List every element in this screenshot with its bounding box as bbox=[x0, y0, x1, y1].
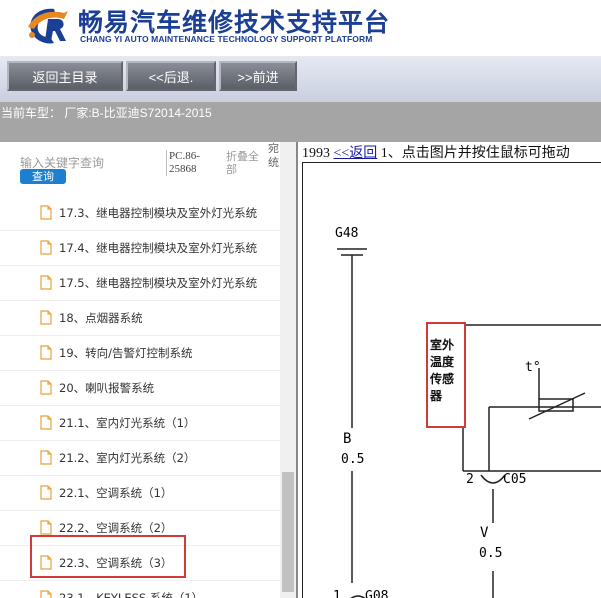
document-icon bbox=[40, 205, 52, 220]
document-icon bbox=[40, 415, 52, 430]
v-value: 0.5 bbox=[479, 546, 502, 561]
tree-item-label: 17.3、继电器控制模块及室外灯光系统 bbox=[59, 206, 258, 220]
g08-label: G08 bbox=[365, 589, 388, 598]
t-symbol: t° bbox=[525, 360, 541, 375]
diagram-frame[interactable]: G48 B 0.5 t° 2 C05 V 0.5 1 G08 室外温度传感器 bbox=[302, 162, 601, 598]
tree-item-label: 23.1、KEYLESS 系统（1） bbox=[59, 591, 204, 598]
tree-item-label: 22.2、空调系统（2） bbox=[59, 521, 173, 535]
document-icon bbox=[40, 310, 52, 325]
tree-item[interactable]: 18、点烟器系统 bbox=[0, 301, 282, 336]
document-icon bbox=[40, 275, 52, 290]
document-icon bbox=[40, 240, 52, 255]
home-button[interactable]: 返回主目录 bbox=[7, 61, 123, 91]
viewer-hint: 1993 <<返回 1、点击图片并按住鼠标可拖动 bbox=[302, 142, 570, 162]
forward-button[interactable]: >>前进 bbox=[219, 61, 297, 91]
b-label: B bbox=[343, 431, 351, 447]
tree-item[interactable]: 22.1、空调系统（1） bbox=[0, 476, 282, 511]
tree-item-label: 19、转向/告警灯控制系统 bbox=[59, 346, 193, 360]
document-icon bbox=[40, 485, 52, 500]
pc-code: PC.86-25868 bbox=[166, 150, 209, 176]
b-value: 0.5 bbox=[341, 452, 364, 467]
back-button[interactable]: <<后退. bbox=[126, 61, 216, 91]
pin2-label: 2 bbox=[466, 472, 474, 487]
left-scrollbar[interactable] bbox=[280, 142, 296, 598]
pin1-label: 1 bbox=[333, 589, 341, 598]
c05-label: C05 bbox=[503, 472, 526, 487]
wiring-diagram[interactable]: G48 B 0.5 t° 2 C05 V 0.5 1 G08 室外温度传感器 bbox=[303, 163, 601, 598]
tree-item-label: 17.4、继电器控制模块及室外灯光系统 bbox=[59, 241, 258, 255]
g48-label: G48 bbox=[335, 226, 358, 241]
changyi-logo-icon bbox=[28, 8, 68, 44]
scrollbar-thumb[interactable] bbox=[282, 472, 294, 592]
document-icon bbox=[40, 380, 52, 395]
highlight-box bbox=[30, 535, 186, 578]
v-label: V bbox=[480, 525, 489, 541]
app-header: 畅易汽车维修技术支持平台 CHANG YI AUTO MAINTENANCE T… bbox=[0, 0, 601, 56]
tree-item-label: 22.1、空调系统（1） bbox=[59, 486, 173, 500]
instruction-text: 1、点击图片并按住鼠标可拖动 bbox=[380, 146, 570, 161]
tree-item[interactable]: 23.1、KEYLESS 系统（1） bbox=[0, 581, 282, 598]
tree-item-label: 21.1、室内灯光系统（1） bbox=[59, 416, 196, 430]
document-icon bbox=[40, 590, 52, 598]
return-link[interactable]: <<返回 bbox=[334, 146, 378, 161]
document-icon bbox=[40, 450, 52, 465]
tree-item[interactable]: 17.4、继电器控制模块及室外灯光系统 bbox=[0, 231, 282, 266]
query-button[interactable]: 查询 bbox=[20, 169, 66, 184]
document-icon bbox=[40, 345, 52, 360]
tree-item[interactable]: 20、喇叭报警系统 bbox=[0, 371, 282, 406]
car-model-text: 当前车型： 厂家:B-比亚迪S72014-2015 bbox=[1, 106, 212, 120]
truncated-text: 宛 统 bbox=[268, 142, 279, 169]
tree-item-label: 20、喇叭报警系统 bbox=[59, 381, 155, 395]
year-text: 1993 bbox=[302, 146, 330, 161]
left-panel: 输入关键字查询 查询 PC.86-25868 折叠全部 宛 统 17.3、继电器… bbox=[0, 142, 296, 598]
sensor-label: 室外温度传感器 bbox=[430, 338, 455, 403]
brand-subtitle: CHANG YI AUTO MAINTENANCE TECHNOLOGY SUP… bbox=[80, 34, 373, 44]
document-icon bbox=[40, 520, 52, 535]
tree-item-label: 17.5、继电器控制模块及室外灯光系统 bbox=[59, 276, 258, 290]
navigation-toolbar: 返回主目录 <<后退. >>前进 bbox=[0, 56, 601, 102]
fold-all-button[interactable]: 折叠全部 bbox=[226, 150, 266, 176]
tree-item[interactable]: 19、转向/告警灯控制系统 bbox=[0, 336, 282, 371]
diagram-viewer: 1993 <<返回 1、点击图片并按住鼠标可拖动 G48 B 0.5 t° 2 … bbox=[296, 142, 601, 598]
tree-item-label: 21.2、室内灯光系统（2） bbox=[59, 451, 196, 465]
tree-item[interactable]: 17.3、继电器控制模块及室外灯光系统 bbox=[0, 196, 282, 231]
tree-item[interactable]: 21.1、室内灯光系统（1） bbox=[0, 406, 282, 441]
tree-item-label: 18、点烟器系统 bbox=[59, 311, 143, 325]
car-info-bar: 当前车型： 厂家:B-比亚迪S72014-2015 bbox=[0, 102, 601, 142]
tree-item[interactable]: 21.2、室内灯光系统（2） bbox=[0, 441, 282, 476]
tree-item[interactable]: 17.5、继电器控制模块及室外灯光系统 bbox=[0, 266, 282, 301]
